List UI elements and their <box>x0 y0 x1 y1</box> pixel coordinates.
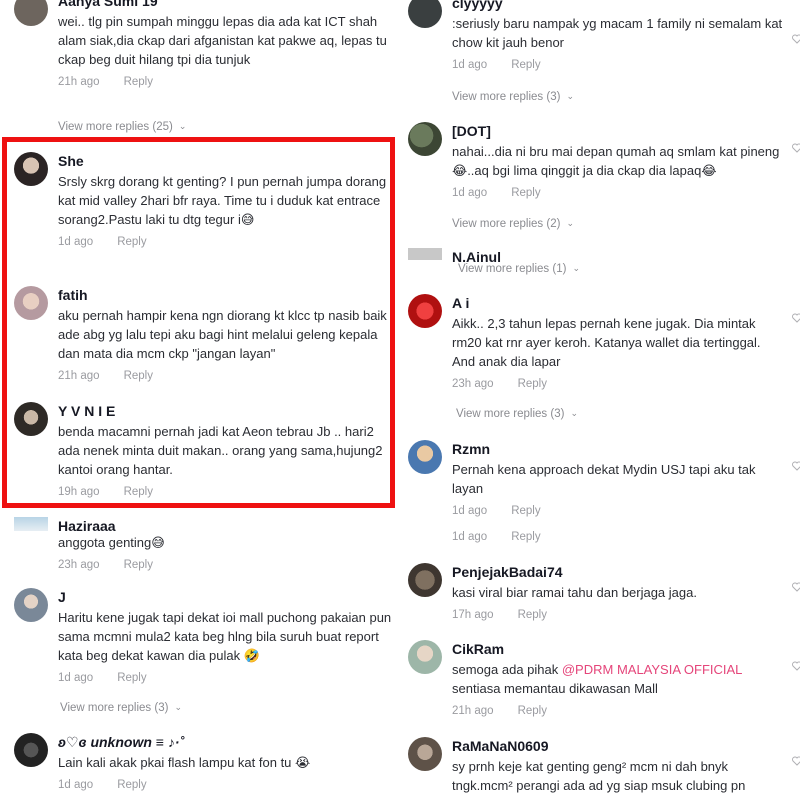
avatar[interactable] <box>14 0 48 26</box>
reply-button[interactable]: Reply <box>124 486 153 498</box>
heart-icon[interactable] <box>792 143 800 153</box>
avatar[interactable] <box>408 737 442 771</box>
avatar[interactable] <box>408 122 442 156</box>
comment-text: Haritu kene jugak tapi dekat ioi mall pu… <box>58 610 392 663</box>
reply-button[interactable]: Reply <box>124 76 153 88</box>
avatar[interactable] <box>14 152 48 186</box>
comment-text: wei.. tlg pin sumpah minggu lepas dia ad… <box>58 14 387 67</box>
timestamp: 21h ago <box>452 705 494 717</box>
reply-button[interactable]: Reply <box>511 59 540 71</box>
timestamp: 1d ago <box>452 187 488 199</box>
comment-item: Aanya Sumi 19 wei.. tlg pin sumpah mingg… <box>14 0 400 112</box>
view-more-replies[interactable]: View more replies (3) ⌄ <box>456 408 578 420</box>
avatar[interactable] <box>408 294 442 328</box>
timestamp: 1d ago <box>58 672 94 684</box>
view-more-replies[interactable]: View more replies (3) ⌄ <box>452 91 574 103</box>
view-more-replies[interactable]: View more replies (3) ⌄ <box>60 702 182 714</box>
comment-text: Pernah kena approach dekat Mydin USJ tap… <box>452 462 756 496</box>
heart-icon[interactable] <box>792 313 800 323</box>
heart-icon[interactable] <box>792 661 800 671</box>
avatar[interactable] <box>14 286 48 320</box>
heart-icon[interactable] <box>792 34 800 44</box>
timestamp: 23h ago <box>58 559 100 571</box>
username[interactable]: fatih <box>58 286 392 304</box>
username[interactable]: PenjejakBadai74 <box>452 563 784 581</box>
timestamp: 21h ago <box>58 76 100 88</box>
timestamp: 1d ago <box>58 236 94 248</box>
view-more-replies[interactable]: View more replies (2) ⌄ <box>452 218 574 230</box>
username[interactable]: clyyyyy <box>452 0 784 12</box>
reply-button[interactable]: Reply <box>511 187 540 199</box>
avatar[interactable] <box>14 517 48 531</box>
reply-button[interactable]: Reply <box>518 609 547 621</box>
avatar[interactable] <box>14 402 48 436</box>
avatar[interactable] <box>408 248 442 260</box>
avatar[interactable] <box>408 440 442 474</box>
view-more-replies[interactable]: View more replies (1) ⌄ <box>458 263 580 275</box>
timestamp: 21h ago <box>58 370 100 382</box>
comment-text: sy prnh keje kat genting geng² mcm ni da… <box>452 759 746 793</box>
comment-text: nahai...dia ni bru mai depan qumah aq sm… <box>452 144 780 178</box>
reply-button[interactable]: Reply <box>518 378 547 390</box>
mention-link[interactable]: @PDRM MALAYSIA OFFICIAL <box>562 662 743 677</box>
reply-button[interactable]: Reply <box>511 531 540 543</box>
avatar[interactable] <box>408 640 442 674</box>
username[interactable]: Y V N I E <box>58 402 392 420</box>
username[interactable]: She <box>58 152 392 170</box>
comment-text: Aikk.. 2,3 tahun lepas pernah kene jugak… <box>452 316 761 369</box>
comment-text: benda macamni pernah jadi kat Aeon tebra… <box>58 424 383 477</box>
heart-icon[interactable] <box>792 461 800 471</box>
chevron-down-icon: ⌄ <box>178 121 187 131</box>
reply-button[interactable]: Reply <box>518 705 547 717</box>
view-more-replies[interactable]: View more replies (25) ⌄ <box>58 121 186 133</box>
reply-button[interactable]: Reply <box>511 505 540 517</box>
username[interactable]: RaMaNaN0609 <box>452 737 784 755</box>
comment-text: semoga ada pihak @PDRM MALAYSIA OFFICIAL… <box>452 662 743 696</box>
timestamp: 1d ago <box>452 59 488 71</box>
timestamp: 19h ago <box>58 486 100 498</box>
chevron-down-icon: ⌄ <box>572 263 580 273</box>
username[interactable]: ʚ♡ɞ unknown ≡ ♪·˚ <box>58 733 392 751</box>
heart-icon[interactable] <box>792 582 800 592</box>
timestamp: 23h ago <box>452 378 494 390</box>
timestamp: 1d ago <box>58 779 94 791</box>
username[interactable]: Aanya Sumi 19 <box>58 0 392 10</box>
avatar[interactable] <box>14 588 48 622</box>
comment-text: kasi viral biar ramai tahu dan berjaga j… <box>452 585 697 600</box>
comment-text: Srsly skrg dorang kt genting? I pun pern… <box>58 174 387 227</box>
username[interactable]: CikRam <box>452 640 784 658</box>
avatar[interactable] <box>14 733 48 767</box>
chevron-down-icon: ⌄ <box>566 218 574 228</box>
chevron-down-icon: ⌄ <box>566 91 574 101</box>
username[interactable]: [DOT] <box>452 122 784 140</box>
reply-button[interactable]: Reply <box>124 370 153 382</box>
comment-text: aku pernah hampir kena ngn diorang kt kl… <box>58 308 387 361</box>
reply-button[interactable]: Reply <box>117 672 146 684</box>
reply-button[interactable]: Reply <box>117 236 146 248</box>
chevron-down-icon: ⌄ <box>570 408 578 418</box>
timestamp: 17h ago <box>452 609 494 621</box>
username[interactable]: J <box>58 588 392 606</box>
timestamp: 1d ago <box>452 531 488 543</box>
avatar[interactable] <box>408 563 442 597</box>
comment-text: anggota genting😅 <box>58 535 165 550</box>
reply-button[interactable]: Reply <box>117 779 146 791</box>
chevron-down-icon: ⌄ <box>174 702 182 712</box>
comment-text: Lain kali akak pkai flash lampu kat fon … <box>58 755 311 770</box>
heart-icon[interactable] <box>792 756 800 766</box>
comment-text: :seriusly baru nampak yg macam 1 family … <box>452 16 783 50</box>
timestamp: 1d ago <box>452 505 488 517</box>
username[interactable]: Rzmn <box>452 440 784 458</box>
username[interactable]: A i <box>452 294 784 312</box>
reply-button[interactable]: Reply <box>124 559 153 571</box>
comments-column-left: Aanya Sumi 19 wei.. tlg pin sumpah mingg… <box>0 0 400 800</box>
